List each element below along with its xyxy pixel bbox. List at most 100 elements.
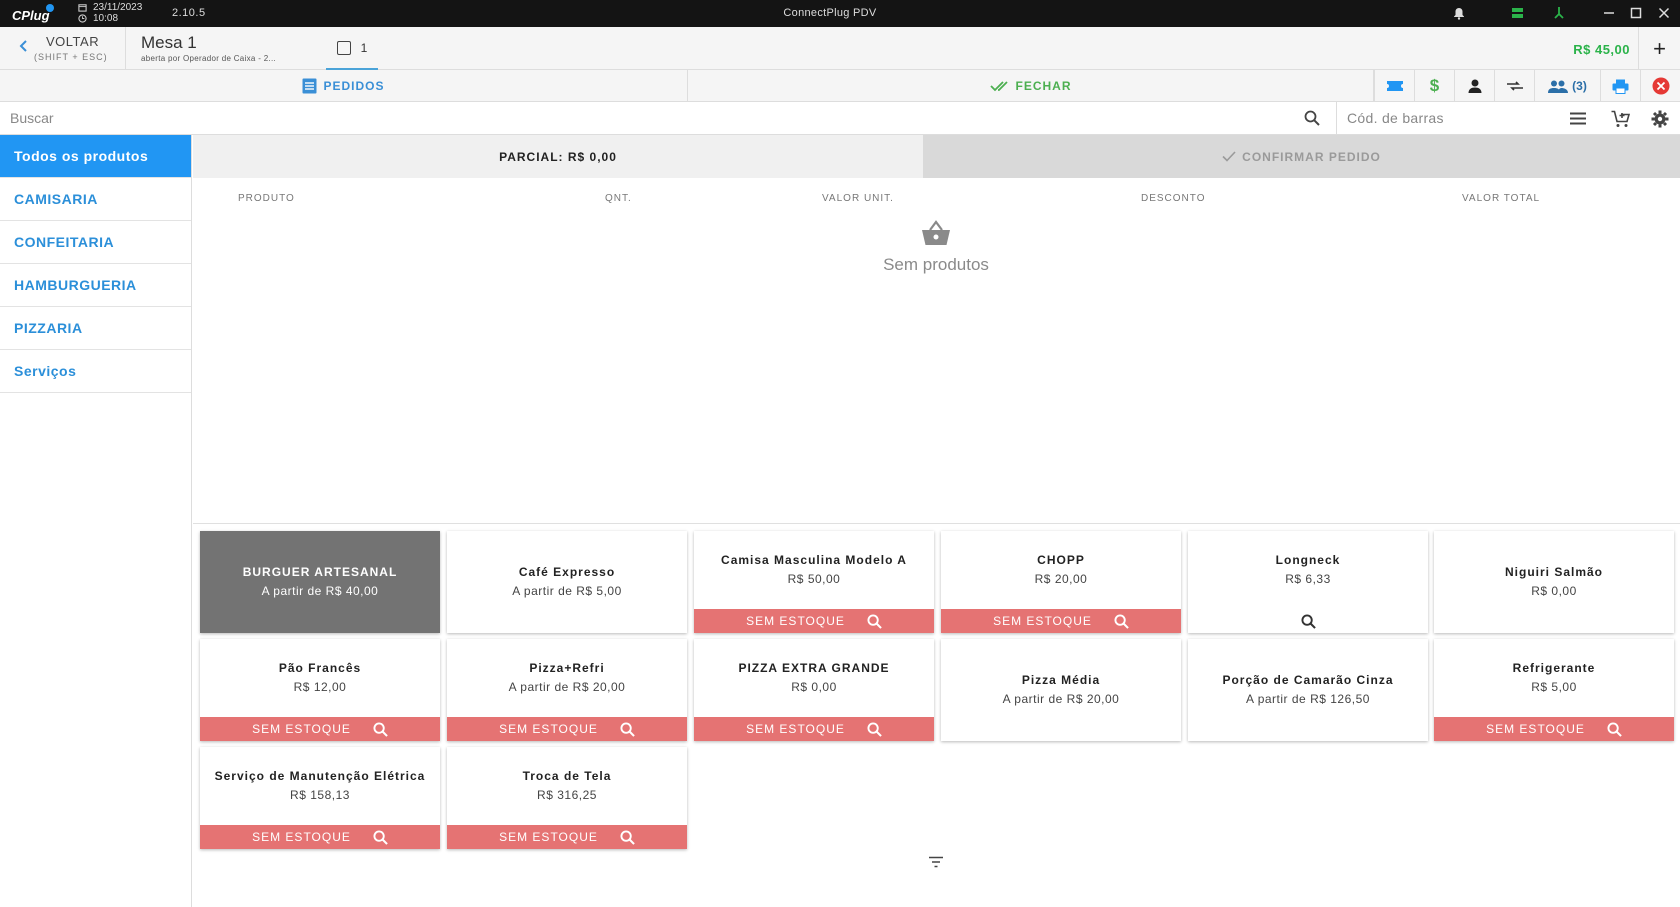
product-name: Pizza Média — [1021, 673, 1101, 687]
people-button[interactable]: (3) — [1534, 70, 1600, 102]
product-card[interactable]: Pão Francês R$ 12,00 SEM ESTOQUE — [200, 639, 440, 741]
customer-button[interactable] — [1454, 70, 1494, 102]
minimize-icon[interactable] — [1601, 5, 1617, 21]
category-pizzaria[interactable]: PIZZARIA — [0, 307, 191, 350]
empty-order-text: Sem produtos — [883, 255, 989, 274]
date-text: 23/11/2023 — [93, 2, 143, 13]
no-stock-button[interactable]: SEM ESTOQUE — [200, 717, 440, 741]
transfer-button[interactable] — [1494, 70, 1534, 102]
svg-text:CPlug: CPlug — [12, 8, 50, 23]
category-all[interactable]: Todos os produtos — [0, 135, 191, 178]
no-stock-button[interactable]: SEM ESTOQUE — [447, 717, 687, 741]
panel-divider — [193, 523, 1680, 524]
close-window-icon[interactable] — [1656, 5, 1672, 21]
barcode-divider — [1336, 102, 1337, 135]
category-servicos[interactable]: Serviços — [0, 350, 191, 393]
product-price: R$ 6,33 — [1285, 572, 1331, 586]
maximize-icon[interactable] — [1628, 5, 1644, 21]
double-check-icon — [989, 81, 1008, 92]
no-stock-button[interactable]: SEM ESTOQUE — [200, 825, 440, 849]
order-total: R$ 45,00 — [1573, 42, 1630, 57]
no-stock-label: SEM ESTOQUE — [746, 722, 845, 736]
tab-fechar[interactable]: FECHAR — [688, 70, 1374, 102]
table-title: Mesa 1 — [141, 33, 197, 52]
no-stock-button[interactable]: SEM ESTOQUE — [694, 609, 934, 633]
category-hamburgueria[interactable]: HAMBURGUERIA — [0, 264, 191, 307]
product-card[interactable]: Café Expresso A partir de R$ 5,00 — [447, 531, 687, 633]
product-card[interactable]: Serviço de Manutenção Elétrica R$ 158,13… — [200, 747, 440, 849]
search-icon[interactable] — [1304, 110, 1320, 126]
add-button[interactable]: + — [1638, 27, 1680, 70]
product-card[interactable]: BURGUER ARTESANAL A partir de R$ 40,00 — [200, 531, 440, 633]
person-icon — [1468, 79, 1481, 93]
people-icon — [1548, 80, 1569, 93]
server-status-icon[interactable] — [1509, 5, 1525, 21]
bell-icon[interactable] — [1451, 5, 1467, 21]
print-button[interactable] — [1600, 70, 1640, 102]
transfer-icon — [1506, 81, 1523, 91]
product-price: R$ 158,13 — [290, 788, 350, 802]
version-text: 2.10.5 — [172, 7, 206, 19]
product-name: Niguiri Salmão — [1504, 565, 1604, 579]
product-card[interactable]: Porção de Camarão Cinza A partir de R$ 1… — [1188, 639, 1428, 741]
payment-button[interactable]: $ — [1414, 70, 1454, 102]
product-card[interactable]: PIZZA EXTRA GRANDE R$ 0,00 SEM ESTOQUE — [694, 639, 934, 741]
tabs-bar: PEDIDOS FECHAR $ (3) — [0, 70, 1680, 102]
product-card[interactable]: Niguiri Salmão R$ 0,00 — [1434, 531, 1674, 633]
cart-plus-icon — [1611, 110, 1630, 127]
product-details-button[interactable] — [1188, 614, 1428, 629]
seat-number: 1 — [360, 40, 368, 55]
product-card[interactable]: Refrigerante R$ 5,00 SEM ESTOQUE — [1434, 639, 1674, 741]
product-card[interactable]: Longneck R$ 6,33 — [1188, 531, 1428, 633]
search-bar: Buscar Cód. de barras — [0, 102, 1680, 135]
list-icon — [302, 78, 317, 94]
product-name: Troca de Tela — [522, 769, 612, 783]
product-price: R$ 316,25 — [537, 788, 597, 802]
calendar-icon — [78, 4, 87, 12]
no-stock-button[interactable]: SEM ESTOQUE — [1434, 717, 1674, 741]
column-qnt: QNT. — [605, 193, 632, 204]
cancel-order-button[interactable] — [1640, 70, 1680, 102]
tab-pedidos[interactable]: PEDIDOS — [0, 70, 688, 102]
filter-icon[interactable] — [928, 856, 944, 868]
close-circle-icon — [1652, 77, 1669, 95]
product-card[interactable]: Pizza Média A partir de R$ 20,00 — [941, 639, 1181, 741]
seat-tab[interactable]: 1 — [326, 27, 378, 70]
table-subtitle: aberta por Operador de Caixa - 2... — [141, 54, 277, 63]
product-card[interactable]: Camisa Masculina Modelo A R$ 50,00 SEM E… — [694, 531, 934, 633]
product-name: Pão Francês — [278, 661, 362, 675]
product-price: A partir de R$ 20,00 — [1002, 692, 1120, 706]
no-stock-button[interactable]: SEM ESTOQUE — [447, 825, 687, 849]
search-icon — [867, 613, 882, 629]
no-stock-label: SEM ESTOQUE — [1486, 722, 1585, 736]
barcode-input[interactable]: Cód. de barras — [1347, 110, 1444, 126]
product-name: Porção de Camarão Cinza — [1222, 673, 1394, 687]
settings-button[interactable] — [1640, 102, 1680, 135]
back-shortcut: (SHIFT + ESC) — [34, 52, 108, 62]
add-to-cart-button[interactable] — [1600, 102, 1640, 135]
search-icon — [1607, 721, 1622, 737]
product-card[interactable]: Pizza+Refri A partir de R$ 20,00 SEM EST… — [447, 639, 687, 741]
product-name: Camisa Masculina Modelo A — [721, 553, 907, 567]
printer-icon — [1612, 79, 1629, 94]
product-price: A partir de R$ 40,00 — [261, 584, 379, 598]
network-status-icon[interactable] — [1551, 5, 1567, 21]
search-input[interactable]: Buscar — [10, 110, 54, 126]
column-valor-unit: VALOR UNIT. — [822, 193, 894, 204]
ticket-button[interactable] — [1374, 70, 1414, 102]
category-camisaria[interactable]: CAMISARIA — [0, 178, 191, 221]
list-view-button[interactable] — [1558, 102, 1598, 135]
back-button[interactable]: VOLTAR (SHIFT + ESC) — [0, 27, 126, 70]
product-price: R$ 0,00 — [791, 680, 837, 694]
no-stock-button[interactable]: SEM ESTOQUE — [941, 609, 1181, 633]
product-price: R$ 5,00 — [1531, 680, 1577, 694]
product-price: R$ 50,00 — [787, 572, 841, 586]
category-confeitaria[interactable]: CONFEITARIA — [0, 221, 191, 264]
partial-total: PARCIAL: R$ 0,00 — [193, 135, 923, 178]
product-card[interactable]: Troca de Tela R$ 316,25 SEM ESTOQUE — [447, 747, 687, 849]
no-stock-button[interactable]: SEM ESTOQUE — [694, 717, 934, 741]
product-name: Pizza+Refri — [529, 661, 605, 675]
basket-icon — [922, 220, 950, 245]
confirm-order-button[interactable]: CONFIRMAR PEDIDO — [923, 135, 1680, 178]
product-card[interactable]: CHOPP R$ 20,00 SEM ESTOQUE — [941, 531, 1181, 633]
